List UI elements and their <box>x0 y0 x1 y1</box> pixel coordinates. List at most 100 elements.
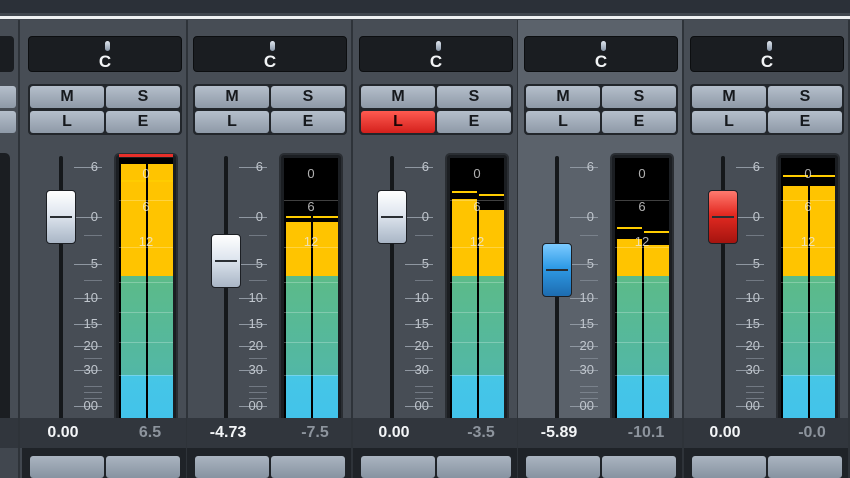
solo-button[interactable]: S <box>271 86 345 108</box>
clip-indicator[interactable] <box>119 154 173 157</box>
meter-gridline <box>781 342 835 343</box>
solo-button[interactable]: S <box>768 86 842 108</box>
scale-label: 00 <box>745 398 760 413</box>
volume-value[interactable]: 0.00 <box>702 424 748 442</box>
scale-minor-tick <box>580 358 598 359</box>
listen-button[interactable]: L <box>526 111 600 133</box>
mute-button[interactable]: M <box>30 86 104 108</box>
scale-label: 00 <box>248 398 263 413</box>
channel-strip-5[interactable]: C M S L E 6 0 5 10 15 20 30 00 0 6 12 <box>684 20 850 478</box>
volume-fader-handle[interactable] <box>46 190 76 244</box>
scale-label: 15 <box>579 316 594 331</box>
partial-meter <box>0 153 10 423</box>
meter-gridline <box>450 342 504 343</box>
listen-button[interactable]: L <box>361 111 435 133</box>
meter-bar-mid <box>479 276 504 375</box>
meter-display: 0 6 12 <box>615 158 669 418</box>
listen-button[interactable]: L <box>692 111 766 133</box>
solo-button[interactable]: S <box>106 86 180 108</box>
pan-control[interactable]: C <box>193 36 347 72</box>
peak-value[interactable]: 6.5 <box>124 424 176 442</box>
fader-grip-line <box>712 216 734 218</box>
pan-control[interactable]: C <box>690 36 844 72</box>
scale-label: 20 <box>745 338 760 353</box>
meter-gridline <box>450 312 504 313</box>
listen-button[interactable]: L <box>195 111 269 133</box>
level-meter: 0 6 12 <box>445 153 509 423</box>
bottom-button[interactable] <box>768 456 842 478</box>
meter-gridline <box>284 282 338 283</box>
edit-button[interactable]: E <box>437 111 511 133</box>
peak-value[interactable]: -0.0 <box>786 424 838 442</box>
mute-button[interactable]: M <box>195 86 269 108</box>
volume-fader-handle[interactable] <box>377 190 407 244</box>
channel-strip-3[interactable]: C M S L E 6 0 5 10 15 20 30 00 0 6 12 <box>353 20 519 478</box>
meter-bar-mid <box>810 276 835 375</box>
channel-strip-1[interactable]: C M S L E 6 0 5 10 15 20 30 00 0 6 12 <box>22 20 188 478</box>
scale-minor-tick <box>746 392 764 393</box>
channel-strip-4[interactable]: C M S L E 6 0 5 10 15 20 30 00 0 6 12 <box>518 20 684 478</box>
volume-value[interactable]: -4.73 <box>205 424 251 442</box>
pan-knob-icon <box>436 41 441 51</box>
channel-buttons: MSLE <box>524 84 678 135</box>
pan-control[interactable]: C <box>524 36 678 72</box>
volume-fader-handle[interactable] <box>211 234 241 289</box>
fader-track[interactable] <box>224 156 228 422</box>
listen-button[interactable]: L <box>30 111 104 133</box>
scale-minor-tick <box>580 235 598 236</box>
meter-scale-label: 12 <box>469 234 485 249</box>
pan-control[interactable]: C <box>28 36 182 72</box>
bottom-button[interactable] <box>30 456 104 478</box>
volume-fader-handle[interactable] <box>708 190 738 244</box>
bottom-button[interactable] <box>195 456 269 478</box>
top-divider <box>0 16 850 19</box>
pan-value: C <box>594 52 608 71</box>
bottom-button[interactable] <box>361 456 435 478</box>
mute-button[interactable]: M <box>692 86 766 108</box>
bottom-button[interactable] <box>106 456 180 478</box>
solo-button[interactable]: S <box>437 86 511 108</box>
meter-scale-label: 6 <box>473 199 481 214</box>
scale-minor-tick <box>746 398 764 399</box>
mute-button[interactable]: M <box>361 86 435 108</box>
volume-value[interactable]: 0.00 <box>40 424 86 442</box>
partial-button <box>0 86 16 108</box>
edit-button[interactable]: E <box>271 111 345 133</box>
meter-bar-mid <box>286 276 311 375</box>
bottom-button[interactable] <box>437 456 511 478</box>
meter-bar-mid <box>783 276 808 375</box>
mute-button[interactable]: M <box>526 86 600 108</box>
meter-gridline <box>450 375 504 376</box>
edit-button[interactable]: E <box>602 111 676 133</box>
pan-control[interactable]: C <box>359 36 513 72</box>
value-readout: -5.89 -10.1 <box>518 418 684 448</box>
level-meter: 0 6 12 <box>610 153 674 423</box>
bottom-button[interactable] <box>271 456 345 478</box>
channel-strip-2[interactable]: C M S L E 6 0 5 10 15 20 30 00 0 6 12 <box>187 20 353 478</box>
edit-button[interactable]: E <box>106 111 180 133</box>
meter-bar-mid <box>452 276 477 375</box>
meter-bar-mid <box>644 276 669 375</box>
scale-label: 00 <box>83 398 98 413</box>
volume-fader-handle[interactable] <box>542 243 572 298</box>
edit-button[interactable]: E <box>768 111 842 133</box>
bottom-button[interactable] <box>692 456 766 478</box>
bottom-button[interactable] <box>526 456 600 478</box>
peak-value[interactable]: -7.5 <box>289 424 341 442</box>
meter-gridline <box>450 282 504 283</box>
pan-value: C <box>98 52 112 71</box>
value-readout: -4.73 -7.5 <box>187 418 353 448</box>
peak-value[interactable]: -3.5 <box>455 424 507 442</box>
peak-hold-marker <box>617 227 642 230</box>
bottom-button[interactable] <box>602 456 676 478</box>
fader-grip-line <box>215 260 237 263</box>
meter-scale-label: 12 <box>138 234 154 249</box>
scale-label: 15 <box>745 316 760 331</box>
solo-button[interactable]: S <box>602 86 676 108</box>
meter-scale-label: 6 <box>307 199 315 214</box>
volume-value[interactable]: 0.00 <box>371 424 417 442</box>
volume-value[interactable]: -5.89 <box>536 424 582 442</box>
peak-value[interactable]: -10.1 <box>620 424 672 442</box>
meter-scale-label: 6 <box>142 199 150 214</box>
scale-minor-tick <box>415 280 433 281</box>
